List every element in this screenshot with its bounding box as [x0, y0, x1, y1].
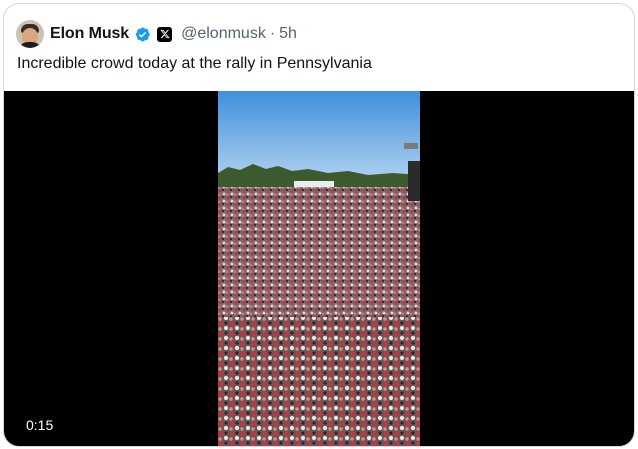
tweet-header: Elon Musk @elonmusk · 5h — [16, 18, 297, 50]
avatar[interactable] — [16, 20, 44, 48]
author-name[interactable]: Elon Musk — [50, 25, 129, 43]
timestamp[interactable]: 5h — [279, 25, 297, 43]
separator-dot: · — [269, 25, 276, 42]
video-thumbnail[interactable] — [218, 91, 420, 446]
video-duration: 0:15 — [26, 417, 54, 433]
crowd-image — [218, 91, 420, 446]
verified-badge-icon — [135, 26, 150, 42]
tweet-text: Incredible crowd today at the rally in P… — [17, 55, 372, 72]
tweet-card[interactable]: Elon Musk @elonmusk · 5h Incredible crow… — [3, 3, 635, 447]
video-player[interactable]: 0:15 — [4, 91, 634, 446]
author-handle[interactable]: @elonmusk — [181, 25, 266, 43]
x-logo-icon — [157, 26, 173, 42]
